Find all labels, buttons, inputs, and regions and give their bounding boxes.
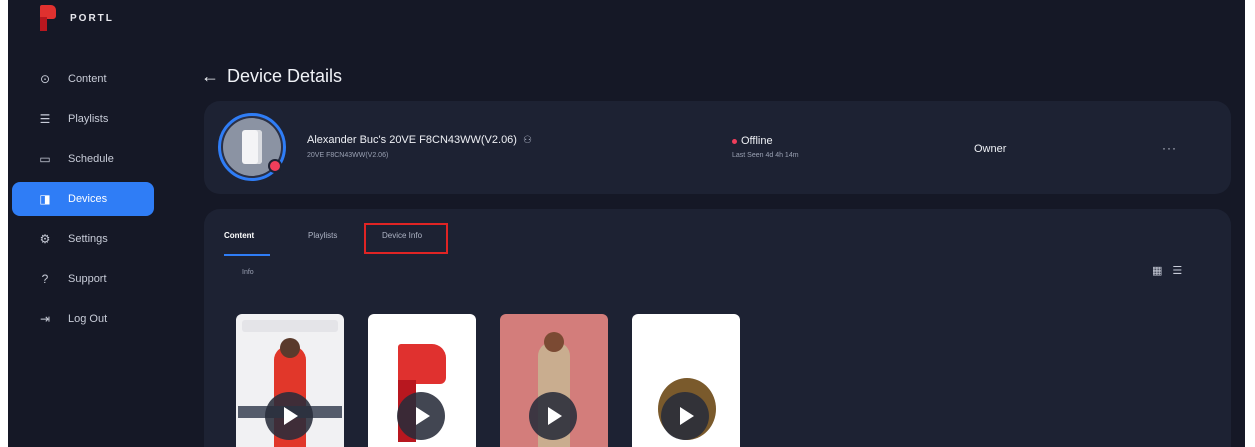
offline-indicator [268, 159, 282, 173]
play-circle-icon: ⊙ [39, 72, 51, 86]
info-label: Info [242, 269, 254, 276]
portl-logo-icon [38, 5, 58, 31]
device-role: Owner [974, 143, 1007, 155]
sidebar-item-label: Playlists [68, 113, 109, 125]
brand[interactable]: PORTL [38, 5, 114, 31]
content-thumbnail-woman-red-dress[interactable] [236, 314, 344, 447]
sidebar-nav: ⊙ Content ☰ Playlists ▭ Schedule ◨ Devic… [12, 62, 154, 342]
status-text: Offline [741, 135, 773, 147]
help-icon: ? [41, 272, 49, 286]
tab-playlists[interactable]: Playlists [308, 231, 337, 240]
last-seen: Last Seen 4d 4h 14m [732, 152, 799, 159]
play-icon[interactable] [397, 392, 445, 440]
sidebar-item-settings[interactable]: ⚙ Settings [12, 222, 154, 256]
user-icon: ⚇ [522, 134, 532, 146]
play-icon[interactable] [529, 392, 577, 440]
content-thumbnail-lion[interactable] [632, 314, 740, 447]
page-title-text: Device Details [227, 66, 343, 86]
device-info-highlight-box [364, 223, 448, 254]
sidebar-item-label: Support [68, 273, 107, 285]
sidebar-item-logout[interactable]: ⇥ Log Out [12, 302, 154, 336]
speaker-icon [242, 130, 262, 164]
device-name: Alexander Buc's 20VE F8CN43WW(V2.06) ⚇ [307, 134, 532, 146]
brand-name: PORTL [70, 12, 114, 24]
device-card: Alexander Buc's 20VE F8CN43WW(V2.06) ⚇ 2… [204, 101, 1231, 194]
back-arrow-icon[interactable]: ← [201, 66, 219, 87]
sidebar-item-label: Settings [68, 233, 108, 245]
logout-icon: ⇥ [39, 312, 51, 326]
device-status: Offline [732, 135, 773, 147]
playlist-icon: ☰ [39, 112, 51, 126]
tab-content[interactable]: Content [224, 231, 254, 240]
sidebar-item-support[interactable]: ? Support [12, 262, 154, 296]
sidebar-item-devices[interactable]: ◨ Devices [12, 182, 154, 216]
grid-view-icon[interactable]: ▦ [1152, 264, 1162, 277]
content-grid [236, 314, 740, 447]
content-thumbnail-portl-logo[interactable] [368, 314, 476, 447]
device-model: 20VE F8CN43WW(V2.06) [307, 152, 389, 159]
content-panel: Content Playlists Device Info Info ▦ ☰ [204, 209, 1231, 447]
play-icon[interactable] [265, 392, 313, 440]
status-dot-icon [732, 138, 737, 144]
sidebar-item-schedule[interactable]: ▭ Schedule [12, 142, 154, 176]
sidebar-item-label: Log Out [68, 313, 108, 325]
sidebar-item-label: Content [68, 73, 107, 85]
list-view-icon[interactable]: ☰ [1172, 264, 1182, 277]
sidebar-item-content[interactable]: ⊙ Content [12, 62, 154, 96]
play-icon[interactable] [661, 392, 709, 440]
content-thumbnail-woman-trench-coat[interactable] [500, 314, 608, 447]
sidebar-item-label: Schedule [68, 153, 114, 165]
page-title: ← Device Details [201, 66, 342, 87]
calendar-icon: ▭ [39, 152, 51, 166]
sidebar-item-label: Devices [68, 193, 108, 205]
sidebar-item-playlists[interactable]: ☰ Playlists [12, 102, 154, 136]
device-icon: ◨ [39, 192, 51, 206]
view-toggle: ▦ ☰ [1152, 264, 1182, 277]
gear-icon: ⚙ [39, 232, 51, 246]
more-options-icon[interactable]: ··· [1162, 141, 1177, 155]
app-window: PORTL ⊙ Content ☰ Playlists ▭ Schedule ◨… [8, 0, 1245, 447]
device-name-text: Alexander Buc's 20VE F8CN43WW(V2.06) [307, 134, 517, 146]
active-tab-indicator [224, 254, 270, 256]
